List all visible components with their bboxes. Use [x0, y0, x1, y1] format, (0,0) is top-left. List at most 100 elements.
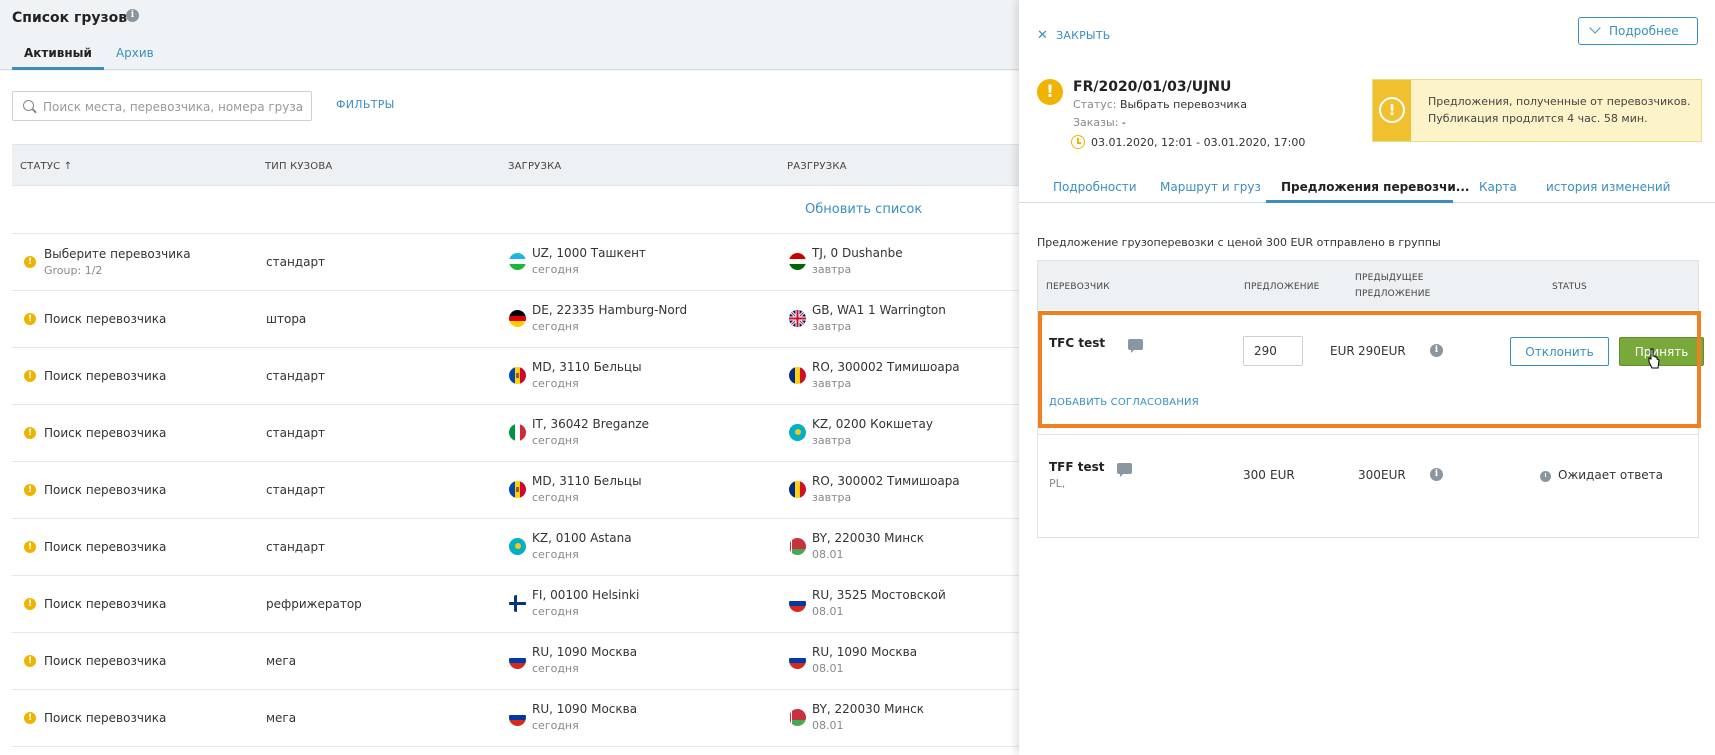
offer-currency: EUR — [1270, 468, 1295, 482]
flag-gb-icon — [789, 310, 806, 327]
unloading-place: RU, 1090 Москва — [812, 645, 918, 659]
table-row[interactable]: ! Поиск перевозчика штора DE, 22335 Hamburg… — [12, 291, 1019, 348]
cargo-dates: 03.01.2020, 12:01 - 03.01.2020, 17:00 — [1091, 136, 1306, 149]
offer-info-text: Предложение грузоперевозки с ценой 300 E… — [1037, 236, 1441, 249]
flag-ro-icon — [789, 481, 806, 498]
unloading-place: KZ, 0200 Кокшетау — [812, 417, 933, 431]
unloading-day: 08.01 — [812, 605, 844, 618]
loading-place: MD, 3110 Бельцы — [532, 474, 642, 488]
row-body-type: стандарт — [266, 369, 326, 383]
warning-icon: ! — [24, 313, 36, 325]
warning-icon: ! — [24, 598, 36, 610]
offers-header: ПЕРЕВОЗЧИК ПРЕДЛОЖЕНИЕ ПРЕДЫДУЩЕЕ ПРЕДЛО… — [1038, 261, 1698, 310]
row-body-type: стандарт — [266, 483, 326, 497]
warning-icon: ! — [1037, 79, 1063, 105]
page-header: Список грузов i Активный Архив — [0, 0, 1019, 70]
table-row[interactable]: ! Поиск перевозчика стандарт IT, 36042 Breg… — [12, 405, 1019, 462]
status-value: Выбрать перевозчика — [1120, 98, 1247, 111]
unloading-day: завтра — [812, 434, 852, 447]
loading-day: сегодня — [532, 263, 579, 276]
col-prev-offer-line1: ПРЕДЫДУЩЕЕ — [1355, 273, 1424, 283]
unloading-day: 08.01 — [812, 548, 844, 561]
unloading-day: 08.01 — [812, 662, 844, 675]
row-status: Поиск перевозчика — [44, 426, 167, 440]
col-prev-offer-line2: ПРЕДЛОЖЕНИЕ — [1355, 289, 1431, 299]
tab-archive[interactable]: Архив — [104, 44, 166, 70]
loading-day: сегодня — [532, 434, 579, 447]
loading-day: сегодня — [532, 662, 579, 675]
orders-value: - — [1121, 116, 1126, 129]
info-icon[interactable]: i — [1430, 468, 1443, 481]
tab-carrier-offers[interactable]: Предложения перевозчи... — [1281, 180, 1469, 194]
unloading-place: BY, 220030 Минск — [812, 702, 925, 716]
row-status: Поиск перевозчика — [44, 483, 167, 497]
offer-status: Ожидает ответа — [1558, 468, 1664, 482]
offer-highlight-frame — [1038, 311, 1701, 428]
loading-place: RU, 1090 Москва — [532, 645, 638, 659]
table-row[interactable]: ! Поиск перевозчика стандарт KZ, 0100 Astan… — [12, 519, 1019, 576]
loading-place: KZ, 0100 Astana — [532, 531, 632, 545]
prev-offer-value: 300 — [1358, 468, 1381, 482]
warning-icon: ! — [24, 484, 36, 496]
refresh-list-link[interactable]: Обновить список — [805, 202, 922, 217]
filters-link[interactable]: ФИЛЬТРЫ — [336, 98, 395, 111]
clock-icon — [1540, 471, 1551, 482]
row-status: Поиск перевозчика — [44, 711, 167, 725]
table-row[interactable]: ! Поиск перевозчика стандарт MD, 3110 Бельц… — [12, 462, 1019, 519]
unloading-day: завтра — [812, 320, 852, 333]
chat-icon[interactable] — [1117, 463, 1132, 477]
tab-active[interactable]: Активный — [12, 44, 104, 70]
close-icon: ✕ — [1037, 28, 1049, 43]
loading-place: IT, 36042 Breganze — [532, 417, 650, 431]
col-carrier: ПЕРЕВОЗЧИК — [1046, 282, 1110, 292]
row-status: Поиск перевозчика — [44, 540, 167, 554]
info-icon[interactable]: i — [126, 9, 139, 22]
offer-value: 300 — [1243, 468, 1266, 482]
loading-day: сегодня — [532, 548, 579, 561]
flag-ru-icon — [789, 652, 806, 669]
table-row[interactable]: ! Поиск перевозчика мега RU, 1090 Москва сег… — [12, 690, 1019, 747]
row-status: Поиск перевозчика — [44, 654, 167, 668]
more-details-button[interactable]: Подробнее — [1578, 17, 1698, 45]
flag-kz-icon — [509, 538, 526, 555]
tab-route-cargo[interactable]: Маршрут и груз — [1160, 180, 1261, 194]
offers-table: ПЕРЕВОЗЧИК ПРЕДЛОЖЕНИЕ ПРЕДЫДУЩЕЕ ПРЕДЛО… — [1037, 260, 1704, 538]
table-row[interactable]: ! Выберите перевозчика Group: 1/2 стандарт U… — [12, 234, 1019, 291]
flag-kz-icon — [789, 424, 806, 441]
flag-uz-icon — [509, 253, 526, 270]
close-button[interactable]: ✕ ЗАКРЫТЬ — [1037, 28, 1111, 43]
row-body-type: штора — [266, 312, 307, 326]
tab-details[interactable]: Подробности — [1053, 180, 1137, 194]
col-unloading[interactable]: РАЗГРУЗКА — [787, 161, 847, 172]
cargo-status: Статус: Выбрать перевозчика — [1073, 98, 1247, 111]
row-status: Выберите перевозчика — [44, 247, 191, 261]
col-status: STATUS — [1552, 282, 1587, 292]
unloading-place: RO, 300002 Тимишоара — [812, 360, 960, 374]
active-tab-indicator — [1266, 200, 1453, 203]
cargo-orders: Заказы: - — [1073, 116, 1126, 129]
flag-by-icon — [789, 538, 806, 555]
chevron-down-icon — [1589, 22, 1601, 34]
prev-offer-currency: EUR — [1381, 468, 1406, 482]
offer-row: TFF test PL, 300 EUR 300 EUR i Ожидает о… — [1038, 434, 1698, 538]
table-row[interactable]: ! Поиск перевозчика рефрижератор FI, 00100 … — [12, 576, 1019, 633]
tab-history[interactable]: история изменений — [1546, 180, 1670, 194]
table-header: СТАТУС ↑ ТИП КУЗОВА ЗАГРУЗКА РАЗГРУЗКА — [12, 144, 1019, 186]
list-content: ФИЛЬТРЫ СТАТУС ↑ ТИП КУЗОВА ЗАГРУЗКА РАЗ… — [0, 71, 1019, 755]
col-status[interactable]: СТАТУС ↑ — [20, 161, 72, 172]
table-row[interactable]: ! Поиск перевозчика мега RU, 1090 Москва сег… — [12, 633, 1019, 690]
unloading-place: BY, 220030 Минск — [812, 531, 925, 545]
col-loading[interactable]: ЗАГРУЗКА — [508, 161, 561, 172]
tab-map[interactable]: Карта — [1479, 180, 1517, 194]
table-row[interactable]: ! Поиск перевозчика стандарт MD, 3110 Бельц… — [12, 348, 1019, 405]
search-input[interactable] — [43, 97, 303, 117]
unloading-place: GB, WA1 1 Warrington — [812, 303, 946, 317]
notice-icon-box: ! — [1373, 80, 1411, 141]
col-offer: ПРЕДЛОЖЕНИЕ — [1244, 282, 1320, 292]
loading-place: MD, 3110 Бельцы — [532, 360, 642, 374]
unloading-place: RO, 300002 Тимишоара — [812, 474, 960, 488]
col-body-type[interactable]: ТИП КУЗОВА — [265, 161, 332, 172]
loading-day: сегодня — [532, 377, 579, 390]
row-status: Поиск перевозчика — [44, 312, 167, 326]
unloading-place: TJ, 0 Dushanbe — [812, 246, 903, 260]
